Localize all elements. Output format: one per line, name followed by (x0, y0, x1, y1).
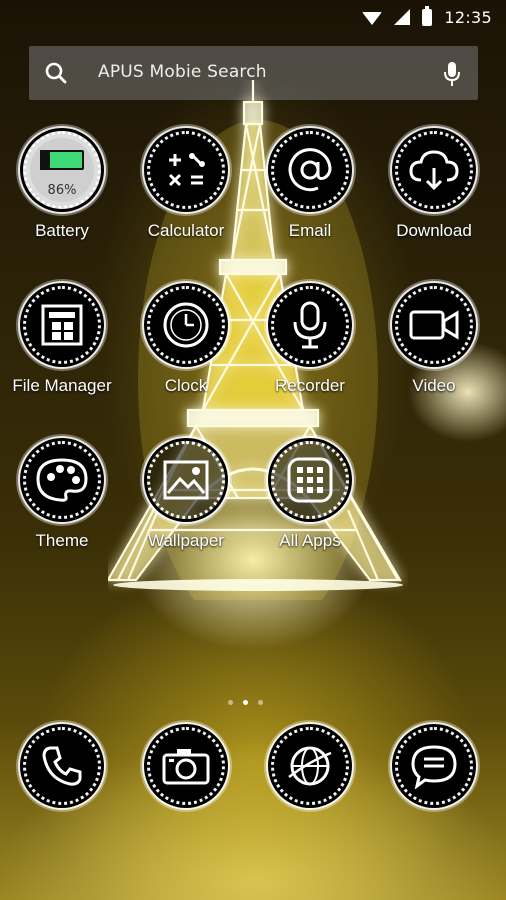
app-label[interactable]: Calculator (124, 221, 248, 241)
cloud-download-icon (409, 150, 459, 191)
dock-camera[interactable] (124, 727, 248, 805)
app-download[interactable]: Download (372, 131, 496, 241)
app-recorder[interactable]: Recorder (248, 286, 372, 396)
voice-search-icon[interactable] (442, 61, 462, 87)
app-email[interactable]: Email (248, 131, 372, 241)
app-label[interactable]: Video (372, 376, 496, 396)
app-label[interactable]: Wallpaper (124, 531, 248, 551)
status-bar: 12:35 (0, 0, 506, 34)
app-all-apps[interactable]: All Apps (248, 441, 372, 551)
file-manager-icon (41, 304, 83, 346)
app-label[interactable]: Download (372, 221, 496, 241)
app-video[interactable]: Video (372, 286, 496, 396)
app-label[interactable]: Theme (0, 531, 124, 551)
app-theme[interactable]: Theme (0, 441, 124, 551)
chat-bubble-icon (411, 745, 457, 789)
phone-icon (42, 746, 82, 786)
app-label[interactable]: File Manager (0, 376, 124, 396)
app-label[interactable]: Clock (124, 376, 248, 396)
app-label[interactable]: All Apps (248, 531, 372, 551)
battery-app-icon[interactable]: 86% (23, 131, 101, 209)
at-sign-icon (288, 148, 332, 192)
dock-phone[interactable] (0, 727, 124, 805)
search-placeholder[interactable]: APUS Mobie Search (98, 62, 267, 82)
app-calculator[interactable]: Calculator (124, 131, 248, 241)
dock-browser[interactable] (248, 727, 372, 805)
camera-icon (162, 749, 210, 785)
dock-messages[interactable] (372, 727, 496, 805)
app-wallpaper[interactable]: Wallpaper (124, 441, 248, 551)
page-indicator (228, 700, 263, 705)
app-clock[interactable]: Clock (124, 286, 248, 396)
page-dot[interactable] (258, 700, 263, 705)
wifi-icon (362, 11, 383, 25)
page-dot-active[interactable] (243, 700, 248, 705)
image-icon (163, 460, 209, 500)
app-file-manager[interactable]: File Manager (0, 286, 124, 396)
battery-icon (422, 5, 433, 26)
battery-percent: 86% (47, 183, 77, 198)
app-label[interactable]: Battery (0, 221, 124, 241)
video-camera-icon (409, 310, 459, 340)
app-grid-icon (287, 457, 333, 503)
app-label[interactable]: Email (248, 221, 372, 241)
signal-icon (394, 9, 411, 25)
page-dot[interactable] (228, 700, 233, 705)
search-icon[interactable] (45, 62, 67, 84)
calculator-icon (168, 152, 205, 187)
app-battery[interactable]: 86% Battery (0, 131, 124, 241)
app-label[interactable]: Recorder (248, 376, 372, 396)
status-time: 12:35 (444, 7, 492, 27)
clock-icon (163, 302, 209, 348)
globe-icon (288, 746, 332, 786)
palette-icon (36, 458, 88, 502)
microphone-icon (293, 301, 327, 349)
